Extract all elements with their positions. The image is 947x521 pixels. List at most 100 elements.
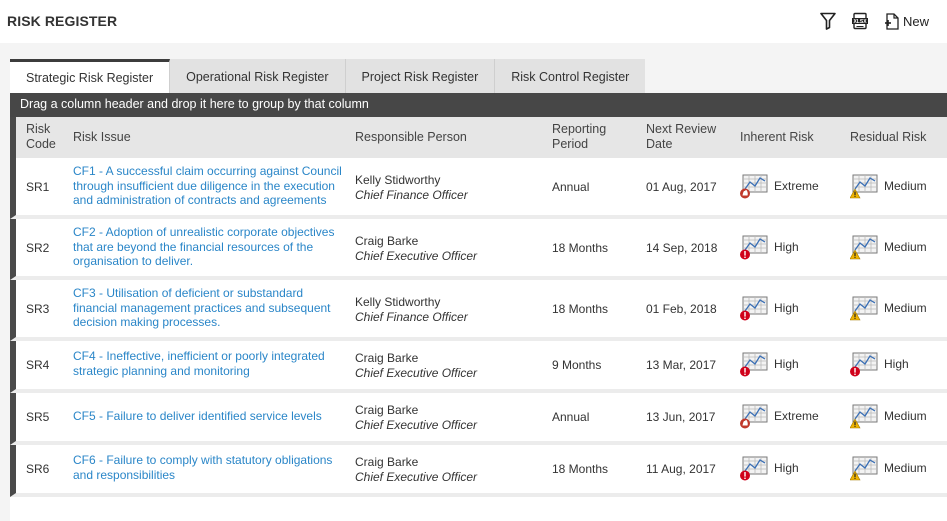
table-row[interactable]: SR1 CF1 - A successful claim occurring ag…: [10, 158, 947, 219]
risk-issue-link[interactable]: CF1 - A successful claim occurring again…: [73, 164, 349, 208]
residual-risk-label: Medium: [884, 179, 927, 193]
next-review-date: 13 Jun, 2017: [646, 410, 716, 424]
column-header-next-review-date-line1: Next Review: [646, 122, 717, 136]
risk-code: SR2: [26, 241, 50, 255]
column-header-next-review-date-line2: Date: [646, 137, 673, 151]
grid-body: SR1 CF1 - A successful claim occurring ag…: [10, 158, 947, 497]
filter-button[interactable]: [820, 12, 836, 30]
column-header-responsible-person[interactable]: Responsible Person: [355, 130, 467, 145]
next-review-date: 01 Aug, 2017: [646, 180, 717, 194]
inherent-risk: High: [740, 351, 799, 377]
next-review-date: 14 Sep, 2018: [646, 241, 718, 255]
table-row[interactable]: SR3 CF3 - Utilisation of deficient or sub…: [10, 280, 947, 341]
risk-issue-link[interactable]: CF3 - Utilisation of deficient or substa…: [73, 286, 349, 330]
tab-risk-control-register[interactable]: Risk Control Register: [495, 59, 646, 93]
person-role: Chief Executive Officer: [355, 248, 478, 263]
table-row[interactable]: SR2 CF2 - Adoption of unrealistic corpora…: [10, 219, 947, 280]
inherent-risk: High: [740, 234, 799, 260]
register-tabs: Strategic Risk Register Operational Risk…: [10, 59, 646, 93]
person-role: Chief Executive Officer: [355, 417, 478, 432]
residual-risk: Medium: [849, 455, 927, 481]
page-title: RISK REGISTER: [7, 13, 118, 29]
residual-risk-chart-icon: [849, 295, 879, 321]
column-header-risk-code[interactable]: Risk Code: [26, 122, 56, 152]
column-header-risk-code-line2: Code: [26, 137, 56, 151]
responsible-person: Craig Barke Chief Executive Officer: [355, 234, 477, 263]
inherent-risk-chart-icon: [740, 295, 769, 321]
responsible-person: Kelly Stidworthy Chief Finance Officer: [355, 173, 468, 202]
toolbar: XLSX New: [820, 12, 929, 30]
reporting-period: 9 Months: [552, 358, 602, 372]
risk-issue-link[interactable]: CF6 - Failure to comply with statutory o…: [73, 453, 349, 482]
residual-risk: Medium: [849, 234, 927, 260]
residual-risk: Medium: [849, 295, 927, 321]
column-header-next-review-date[interactable]: Next Review Date: [646, 122, 716, 152]
inherent-risk: High: [740, 455, 799, 481]
person-name: Craig Barke: [355, 455, 419, 469]
inherent-risk-label: High: [774, 240, 799, 254]
reporting-period: Annual: [552, 180, 590, 194]
risk-code: SR6: [26, 462, 50, 476]
column-header-risk-code-line1: Risk: [26, 122, 51, 136]
inherent-risk-chart-icon: [740, 455, 769, 481]
residual-risk-chart-icon: [849, 455, 879, 481]
inherent-risk-label: Extreme: [774, 179, 819, 193]
risk-code: SR5: [26, 410, 50, 424]
excel-export-button[interactable]: XLSX: [851, 12, 869, 30]
excel-export-icon: XLSX: [851, 12, 869, 30]
table-row[interactable]: SR6 CF6 - Failure to comply with statutor…: [10, 445, 947, 497]
column-header-reporting-period-line2: Period: [552, 137, 589, 151]
residual-risk-label: High: [884, 357, 909, 371]
inherent-risk: Extreme: [740, 403, 819, 429]
tab-strategic-risk-register[interactable]: Strategic Risk Register: [10, 59, 171, 93]
responsible-person: Craig Barke Chief Executive Officer: [355, 455, 477, 484]
risk-issue-link[interactable]: CF4 - Ineffective, inefficient or poorly…: [73, 349, 349, 378]
column-header-inherent-risk[interactable]: Inherent Risk: [740, 130, 814, 145]
inherent-risk-chart-icon: [740, 234, 769, 260]
tab-operational-risk-register[interactable]: Operational Risk Register: [170, 59, 346, 93]
person-role: Chief Finance Officer: [355, 187, 468, 202]
residual-risk-chart-icon: [849, 234, 879, 260]
inherent-risk: Extreme: [740, 173, 819, 199]
tab-project-risk-register[interactable]: Project Risk Register: [345, 59, 496, 93]
column-header-reporting-period[interactable]: Reporting Period: [552, 122, 606, 152]
risk-issue-link[interactable]: CF5 - Failure to deliver identified serv…: [73, 409, 349, 424]
next-review-date: 01 Feb, 2018: [646, 302, 717, 316]
residual-risk-label: Medium: [884, 240, 927, 254]
risk-issue-link[interactable]: CF2 - Adoption of unrealistic corporate …: [73, 225, 349, 269]
person-role: Chief Executive Officer: [355, 469, 478, 484]
new-button-label: New: [902, 13, 929, 29]
inherent-risk-label: High: [774, 461, 799, 475]
new-document-icon: [884, 12, 899, 30]
responsible-person: Craig Barke Chief Executive Officer: [355, 403, 477, 432]
inherent-risk-chart-icon: [740, 403, 769, 429]
residual-risk-label: Medium: [884, 301, 927, 315]
person-role: Chief Finance Officer: [355, 309, 468, 324]
group-by-panel[interactable]: Drag a column header and drop it here to…: [10, 93, 947, 117]
person-name: Craig Barke: [355, 351, 419, 365]
content-area: Strategic Risk Register Operational Risk…: [0, 43, 947, 521]
residual-risk-label: Medium: [884, 461, 927, 475]
residual-risk-chart-icon: [849, 403, 879, 429]
next-review-date: 11 Aug, 2017: [646, 462, 716, 476]
next-review-date: 13 Mar, 2017: [646, 358, 717, 372]
person-name: Kelly Stidworthy: [355, 295, 441, 309]
column-header-residual-risk[interactable]: Residual Risk: [850, 130, 926, 145]
person-name: Craig Barke: [355, 403, 419, 417]
reporting-period: 18 Months: [552, 462, 609, 476]
inherent-risk-label: Extreme: [774, 409, 819, 423]
table-row[interactable]: SR4 CF4 - Ineffective, inefficient or poo…: [10, 341, 947, 393]
column-header-risk-issue[interactable]: Risk Issue: [73, 130, 131, 145]
inherent-risk: High: [740, 295, 799, 321]
residual-risk-label: Medium: [884, 409, 927, 423]
risk-code: SR1: [26, 180, 50, 194]
responsible-person: Craig Barke Chief Executive Officer: [355, 351, 477, 380]
table-row[interactable]: SR5 CF5 - Failure to deliver identified s…: [10, 393, 947, 445]
risk-grid: Drag a column header and drop it here to…: [10, 93, 947, 521]
person-name: Kelly Stidworthy: [355, 173, 441, 187]
new-button[interactable]: New: [884, 12, 929, 30]
filter-icon: [820, 12, 836, 30]
top-bar: RISK REGISTER XLSX New: [0, 0, 947, 43]
inherent-risk-label: High: [774, 357, 799, 371]
reporting-period: 18 Months: [552, 302, 609, 316]
